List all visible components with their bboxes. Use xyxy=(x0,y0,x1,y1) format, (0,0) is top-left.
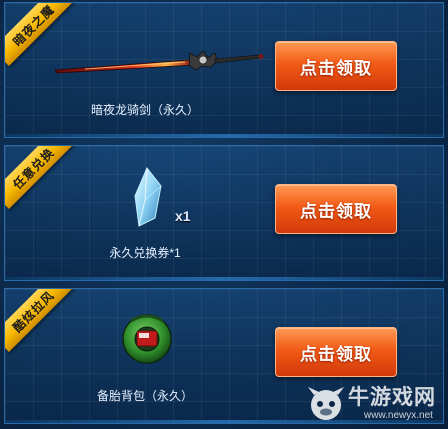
crystal-icon xyxy=(134,167,162,227)
sword-icon xyxy=(54,50,264,74)
site-watermark: 牛游戏网 www.newyx.net xyxy=(304,379,444,427)
mascot-logo-icon xyxy=(308,387,344,420)
reward-panel-coupon: 任意兑换 x1 永久兑换券*1 点击领取 xyxy=(4,145,444,281)
watermark-name: 牛游戏网 xyxy=(348,385,436,409)
tire-backpack-icon xyxy=(122,314,172,364)
item-name: 永久兑换券*1 xyxy=(109,246,181,260)
claim-button[interactable]: 点击领取 xyxy=(275,184,397,234)
reward-panel-sword: 暗夜之魔 暗夜龙骑剑（永久） 点击领取 xyxy=(4,2,444,138)
claim-button[interactable]: 点击领取 xyxy=(275,327,397,377)
watermark-url: www.newyx.net xyxy=(364,410,433,421)
claim-button[interactable]: 点击领取 xyxy=(275,41,397,91)
item-name: 暗夜龙骑剑（永久） xyxy=(90,103,199,117)
claim-button-label: 点击领取 xyxy=(300,58,372,79)
item-area: 备胎背包（永久） xyxy=(25,299,265,417)
item-area: x1 永久兑换券*1 xyxy=(25,156,265,274)
item-area: 暗夜龙骑剑（永久） xyxy=(25,13,265,131)
claim-button-label: 点击领取 xyxy=(300,344,372,365)
quantity-label: x1 xyxy=(175,208,191,224)
item-name: 备胎背包（永久） xyxy=(96,389,193,403)
claim-button-label: 点击领取 xyxy=(300,201,372,222)
reward-page: 暗夜之魔 暗夜龙骑剑（永久） 点击领取 任意兑换 x1 永久兑换券*1 点击领取… xyxy=(0,0,448,429)
